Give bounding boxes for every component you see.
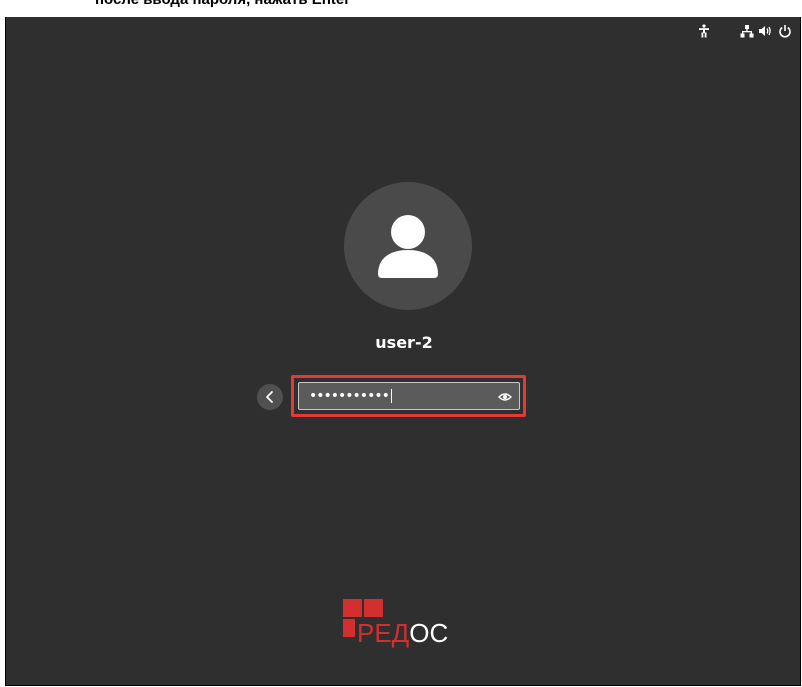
- login-screen: user-2 ••••••••••• РЕДОС: [5, 17, 801, 686]
- back-button[interactable]: [257, 384, 283, 410]
- avatar: [344, 182, 472, 310]
- chevron-left-icon: [266, 391, 273, 403]
- password-dots: •••••••••••: [309, 387, 392, 405]
- caption-text: после ввода пароля, нажать Enter: [95, 0, 350, 8]
- logo-text: РЕДОС: [357, 618, 448, 648]
- user-silhouette-icon: [378, 215, 438, 278]
- text-caret: [390, 389, 392, 403]
- volume-icon[interactable]: [758, 23, 772, 37]
- caption-strip: после ввода пароля, нажать Enter: [0, 0, 802, 17]
- accessibility-icon[interactable]: [697, 23, 711, 38]
- network-icon[interactable]: [740, 23, 754, 38]
- password-field[interactable]: •••••••••••: [298, 382, 520, 410]
- eye-icon[interactable]: [497, 389, 513, 405]
- redos-logo: РЕДОС: [343, 599, 483, 651]
- username-label: user-2: [375, 333, 433, 352]
- logo-text-red: РЕД: [357, 618, 410, 648]
- power-icon[interactable]: [778, 23, 792, 38]
- logo-text-white: ОС: [409, 618, 449, 648]
